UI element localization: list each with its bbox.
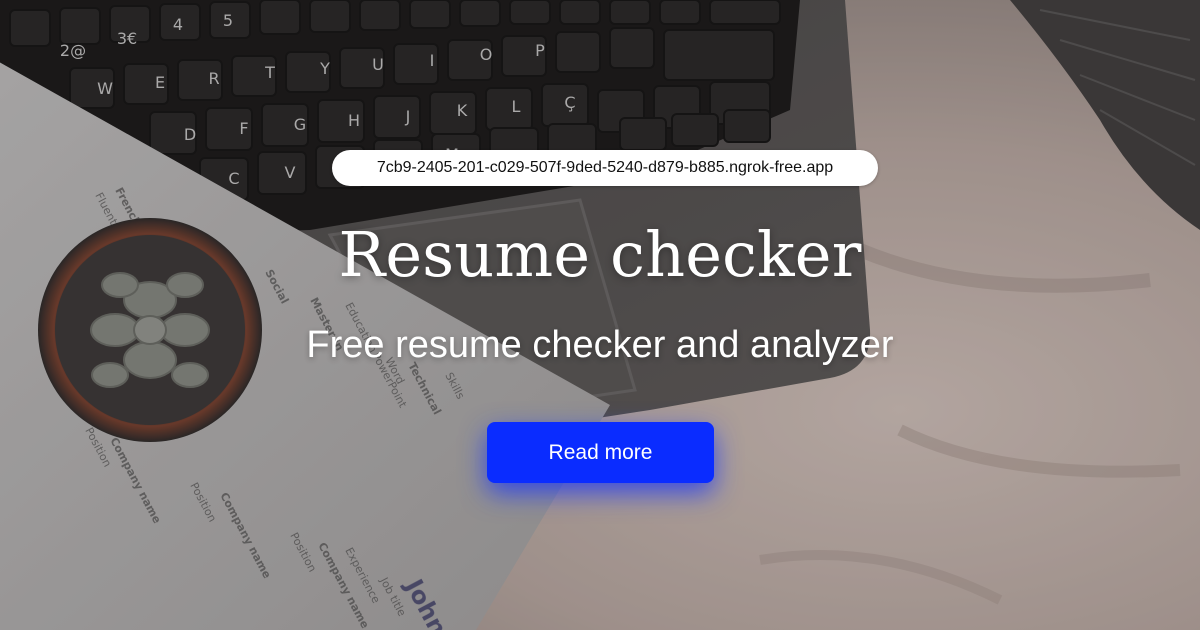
page-title: Resume checker: [338, 218, 862, 291]
url-badge: 7cb9-2405-201-c029-507f-9ded-5240-d879-b…: [332, 150, 878, 186]
dim-overlay: [0, 0, 1200, 630]
page-subtitle: Free resume checker and analyzer: [306, 324, 894, 366]
read-more-button[interactable]: Read more: [487, 422, 714, 483]
